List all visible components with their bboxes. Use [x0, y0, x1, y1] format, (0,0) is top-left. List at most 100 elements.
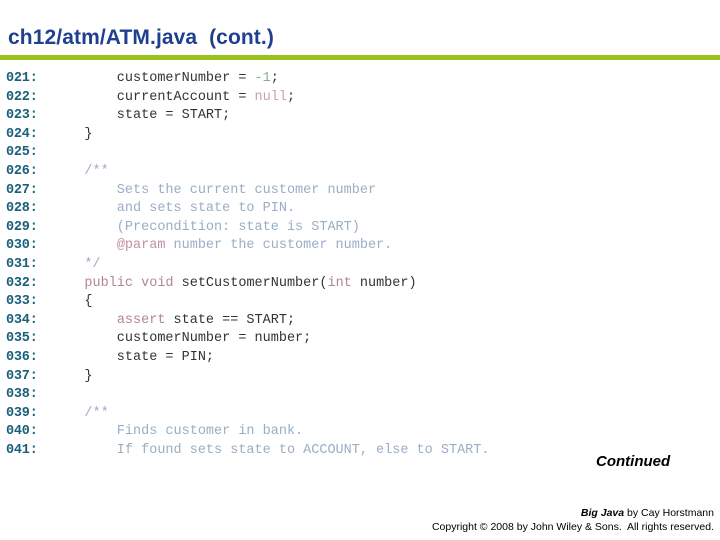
code-line-text: assert state == START;	[52, 312, 295, 331]
code-token: null	[254, 89, 287, 105]
code-token: Sets the current customer number	[52, 182, 377, 198]
code-line-number: 025:	[6, 145, 38, 161]
code-token: state == START;	[165, 312, 296, 328]
code-token: currentAccount =	[52, 89, 255, 105]
code-line: 025:	[6, 144, 718, 163]
code-line: 030: @param number the customer number.	[6, 237, 718, 256]
code-token: setCustomerNumber(	[173, 275, 328, 291]
code-token: @param	[116, 238, 166, 254]
code-line: 027: Sets the current customer number	[6, 182, 718, 201]
code-token: ;	[286, 89, 296, 105]
code-line-text: @param number the customer number.	[52, 237, 392, 256]
code-line: 035: customerNumber = number;	[6, 330, 718, 349]
code-line: 034: assert state == START;	[6, 312, 718, 331]
code-line-number: 035:	[6, 331, 38, 347]
code-token: /**	[52, 163, 109, 179]
code-line: 040: Finds customer in bank.	[6, 423, 718, 442]
code-token: customerNumber =	[52, 71, 255, 86]
code-line-text: Finds customer in bank.	[52, 423, 303, 442]
code-line-text: customerNumber = number;	[52, 330, 311, 349]
code-token: */	[52, 256, 101, 272]
code-line: 023: state = START;	[6, 107, 718, 126]
code-token: customerNumber = number;	[52, 331, 312, 347]
code-line: 039: /**	[6, 405, 718, 424]
code-line-number: 037:	[6, 368, 38, 384]
code-line-number: 022:	[6, 89, 38, 105]
code-token: Finds customer in bank.	[52, 424, 304, 440]
code-line-text: currentAccount = null;	[52, 89, 295, 108]
code-line-number: 030:	[6, 238, 38, 254]
code-line-text: state = START;	[52, 107, 230, 126]
code-line-number: 039:	[6, 405, 38, 421]
code-line-text: */	[52, 256, 101, 275]
code-line: 024: }	[6, 126, 718, 145]
code-token: and sets state to PIN.	[52, 201, 296, 217]
code-token: /**	[52, 405, 109, 421]
code-line-number: 021:	[6, 71, 38, 86]
footer-book-author: by Cay Horstmann	[624, 507, 714, 519]
code-line: 028: and sets state to PIN.	[6, 200, 718, 219]
code-line-text: customerNumber = -1;	[52, 70, 279, 89]
code-line: 037: }	[6, 368, 718, 387]
code-line-number: 027:	[6, 182, 38, 198]
code-line-number: 040:	[6, 424, 38, 440]
code-line-number: 028:	[6, 201, 38, 217]
code-line: 031: */	[6, 256, 718, 275]
code-line: 022: currentAccount = null;	[6, 89, 718, 108]
code-line: 029: (Precondition: state is START)	[6, 219, 718, 238]
code-line-number: 029:	[6, 219, 38, 235]
code-line: 021: customerNumber = -1;	[6, 70, 718, 89]
code-line-number: 038:	[6, 387, 38, 403]
code-token: number the customer number.	[165, 238, 393, 254]
code-line: 026: /**	[6, 163, 718, 182]
code-line-number: 032:	[6, 275, 38, 291]
code-token: number)	[351, 275, 417, 291]
code-line-text: state = PIN;	[52, 349, 214, 368]
code-token: ;	[270, 71, 279, 86]
code-line-number: 034:	[6, 312, 38, 328]
code-line-text: /**	[52, 163, 109, 182]
code-line-text: and sets state to PIN.	[52, 200, 295, 219]
page-title: ch12/atm/ATM.java (cont.)	[8, 26, 274, 49]
footer: Big Java by Cay Horstmann Copyright © 20…	[432, 506, 714, 534]
code-line-text: If found sets state to ACCOUNT, else to …	[52, 442, 490, 461]
code-line-text: /**	[52, 405, 109, 424]
footer-copyright: Copyright © 2008 by John Wiley & Sons. A…	[431, 521, 714, 533]
code-line-number: 041:	[6, 442, 38, 458]
code-listing: 021: customerNumber = -1; 022: currentAcc…	[6, 70, 718, 460]
code-token: state = START;	[52, 108, 231, 124]
code-line-number: 026:	[6, 163, 38, 179]
title-divider	[0, 55, 720, 60]
code-line: 032: public void setCustomerNumber(int n…	[6, 275, 718, 294]
continued-marker: Continued	[596, 453, 671, 470]
code-token: assert	[116, 312, 166, 328]
code-line-text: Sets the current customer number	[52, 182, 376, 201]
code-token: state = PIN;	[52, 349, 215, 365]
code-token: -1	[254, 71, 271, 86]
footer-attribution: Big Java by Cay Horstmann	[432, 506, 714, 520]
code-token: {	[52, 294, 93, 310]
code-line-text: {	[52, 293, 93, 312]
footer-book-title: Big Java	[580, 507, 625, 519]
code-line-number: 036:	[6, 349, 38, 365]
code-token: int	[327, 275, 352, 291]
code-line-text: }	[52, 368, 93, 387]
code-line-text: }	[52, 126, 93, 145]
code-token: If found sets state to ACCOUNT, else to …	[52, 442, 490, 458]
code-line-number: 024:	[6, 126, 38, 142]
code-token: }	[52, 368, 93, 384]
code-line-text: public void setCustomerNumber(int number…	[52, 275, 417, 294]
code-line-number: 031:	[6, 256, 38, 272]
code-token: (Precondition: state is START)	[52, 219, 360, 235]
code-line: 033: {	[6, 293, 718, 312]
code-line-number: 023:	[6, 108, 38, 124]
code-line: 036: state = PIN;	[6, 349, 718, 368]
code-line: 038:	[6, 386, 718, 405]
code-line-number: 033:	[6, 294, 38, 310]
code-line-text: (Precondition: state is START)	[52, 219, 360, 238]
code-token: public void	[84, 275, 174, 291]
code-token: }	[52, 126, 93, 142]
